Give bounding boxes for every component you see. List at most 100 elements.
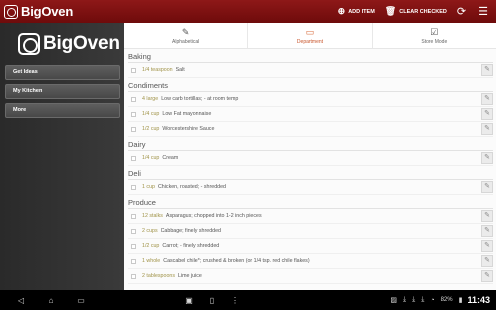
edit-icon[interactable]: ✎ (481, 181, 493, 193)
item-checkbox[interactable] (131, 96, 136, 102)
edit-icon[interactable]: ✎ (481, 225, 493, 237)
edit-icon[interactable]: ✎ (481, 123, 493, 135)
clock: 11:43 (467, 295, 490, 305)
item-quantity: 2 tablespoons (142, 273, 175, 279)
battery-percentage: 82% (440, 297, 453, 303)
edit-icon[interactable]: ✎ (481, 255, 493, 267)
department-header: Condiments (128, 78, 493, 92)
list-item[interactable]: 1/4 cup Cream ✎ (128, 151, 493, 166)
recent-apps-icon[interactable]: ▭ (74, 296, 88, 305)
item-name: Carrot; - finely shredded (162, 243, 220, 249)
edit-icon[interactable]: ✎ (481, 240, 493, 252)
item-checkbox[interactable] (131, 184, 136, 190)
drawer-menu: Get Ideas My Kitchen More (5, 65, 120, 118)
item-quantity: 1/4 cup (142, 111, 160, 117)
app-logo[interactable]: BigOven (4, 4, 73, 19)
tab-alphabetical[interactable]: ✎ Alphabetical (124, 23, 249, 48)
add-item-label: ADD ITEM (348, 8, 375, 15)
list-item[interactable]: 1 whole Cascabel chile*; crushed & broken… (128, 254, 493, 269)
wifi-icon: ◔ (430, 296, 435, 304)
list-item[interactable]: 4 large Low carb tortillas; - at room tem… (128, 92, 493, 107)
item-checkbox[interactable] (131, 155, 136, 161)
drawer-item-more[interactable]: More (5, 103, 120, 118)
back-icon[interactable]: ◁ (14, 296, 28, 305)
plus-circle-icon: ⊕ (337, 6, 346, 16)
grocery-list-panel: ✎ Alphabetical ▭ Department ☑ Store Mode… (124, 23, 496, 290)
folder-icon: ▭ (305, 26, 315, 37)
edit-icon[interactable]: ✎ (481, 210, 493, 222)
trash-icon: 🗑 (384, 6, 397, 16)
list-item[interactable]: 1/4 teaspoon Salt ✎ (128, 63, 493, 78)
item-quantity: 1/2 cup (142, 126, 160, 132)
item-name: Salt (175, 67, 185, 73)
drawer-item-my-kitchen[interactable]: My Kitchen (5, 84, 120, 99)
list-item[interactable]: 1/4 cup Low Fat mayonnaise ✎ (128, 107, 493, 122)
list-item[interactable]: 1/2 cup Worcestershire Sauce ✎ (128, 122, 493, 137)
tab-label: Store Mode (421, 38, 448, 45)
drawer-logo: BigOven (18, 31, 124, 57)
item-quantity: 1 whole (142, 258, 161, 264)
item-checkbox[interactable] (131, 126, 136, 132)
edit-icon[interactable]: ✎ (481, 152, 493, 164)
item-checkbox[interactable] (131, 213, 136, 219)
item-checkbox[interactable] (131, 258, 136, 264)
drawer-item-get-ideas[interactable]: Get Ideas (5, 65, 120, 80)
item-name: Worcestershire Sauce (162, 126, 215, 132)
edit-icon[interactable]: ✎ (481, 64, 493, 76)
tab-store-mode[interactable]: ☑ Store Mode (373, 23, 496, 48)
screenshot-icon[interactable]: ▣ (183, 296, 195, 305)
item-quantity: 2 cups (142, 228, 158, 234)
refresh-icon[interactable]: ⟳ (457, 5, 466, 18)
list-item[interactable]: 2 tablespoons Lime juice ✎ (128, 269, 493, 284)
tab-label: Alphabetical (172, 38, 200, 45)
download-icon: ⤓ (403, 296, 407, 303)
clear-checked-label: CLEAR CHECKED (399, 8, 447, 15)
home-icon[interactable]: ⌂ (44, 296, 58, 305)
item-quantity: 1/4 teaspoon (142, 67, 173, 73)
checkbox-icon: ☑ (430, 26, 439, 37)
phone-icon[interactable]: ▯ (206, 296, 218, 305)
drawer-logo-text: BigOven (43, 33, 120, 54)
department-header: Produce (128, 195, 493, 209)
item-quantity: 1/4 cup (142, 155, 160, 161)
department-header: Baking (128, 49, 493, 63)
item-quantity: 1 cup (142, 184, 155, 190)
edit-icon[interactable]: ✎ (481, 108, 493, 120)
navigation-drawer: BigOven Get Ideas My Kitchen More (0, 23, 124, 290)
app-title: BigOven (21, 4, 74, 19)
tab-department[interactable]: ▭ Department (248, 23, 373, 48)
item-quantity: 12 stalks (142, 213, 163, 219)
menu-icon[interactable]: ⋮ (229, 296, 241, 305)
add-item-button[interactable]: ⊕ ADD ITEM (338, 6, 375, 17)
clear-checked-button[interactable]: 🗑 CLEAR CHECKED (385, 6, 447, 17)
item-checkbox[interactable] (131, 273, 136, 279)
pencil-icon: ✎ (181, 26, 190, 37)
item-checkbox[interactable] (131, 67, 136, 73)
item-name: Chicken, roasted; - shredded (157, 184, 226, 190)
item-name: Asparagus; chopped into 1-2 inch pieces (165, 213, 262, 219)
list-item[interactable]: 12 stalks Asparagus; chopped into 1-2 inc… (128, 209, 493, 224)
list-item[interactable]: 1 cup Chicken, roasted; - shredded ✎ (128, 180, 493, 195)
bigoven-logo-icon (4, 4, 18, 19)
sliders-icon[interactable]: ☰ (478, 5, 488, 18)
department-header: Deli (128, 166, 493, 180)
list-item[interactable]: 1/2 cup Carrot; - finely shredded ✎ (128, 239, 493, 254)
item-checkbox[interactable] (131, 228, 136, 234)
battery-icon: ▮ (458, 297, 463, 304)
edit-icon[interactable]: ✎ (481, 270, 493, 282)
download-icon: ⤓ (412, 296, 416, 303)
edit-icon[interactable]: ✎ (481, 93, 493, 105)
item-checkbox[interactable] (131, 111, 136, 117)
item-name: Lime juice (177, 273, 202, 279)
item-checkbox[interactable] (131, 243, 136, 249)
download-icon: ⤓ (421, 296, 425, 303)
item-name: Cascabel chile*; crushed & broken (or 1/… (163, 258, 310, 264)
list-item[interactable]: 2 cups Cabbage; finely shredded ✎ (128, 224, 493, 239)
tab-label: Department (296, 38, 324, 45)
image-notification-icon: ▨ (390, 297, 398, 304)
item-name: Low Fat mayonnaise (162, 111, 212, 117)
bigoven-logo-icon (18, 33, 40, 55)
item-name: Low carb tortillas; - at room temp (161, 96, 239, 102)
department-header: Dairy (128, 137, 493, 151)
action-bar: BigOven ⊕ ADD ITEM 🗑 CLEAR CHECKED ⟳ ☰ (0, 0, 496, 23)
